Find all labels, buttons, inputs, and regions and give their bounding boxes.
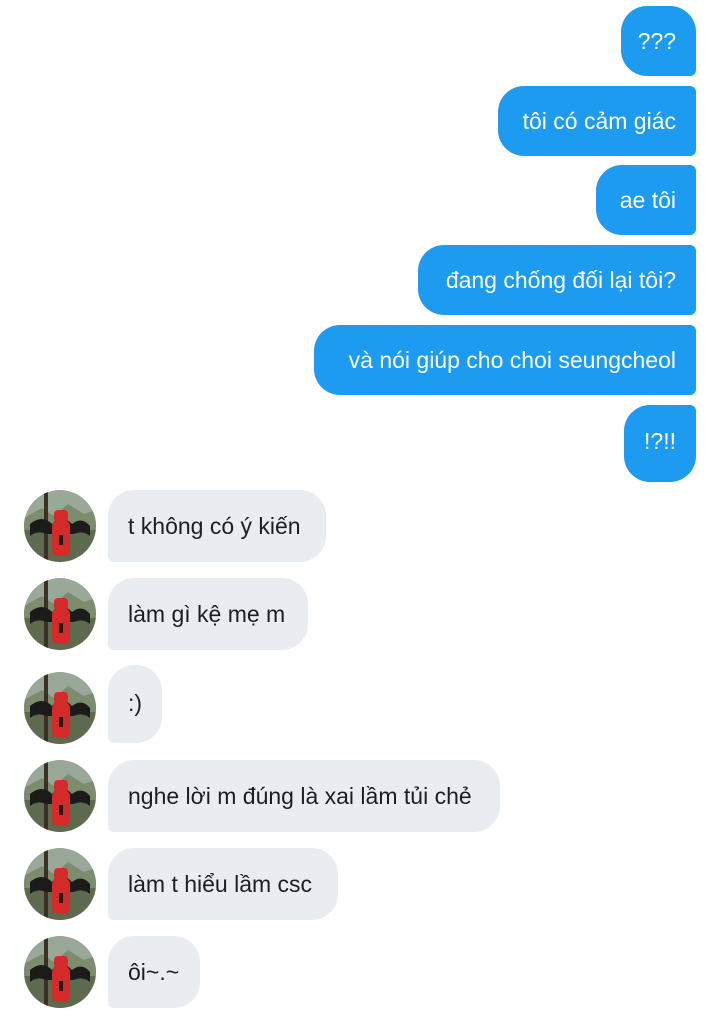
message-text: !?!!	[644, 428, 676, 454]
message-text: tôi có cảm giác	[522, 108, 676, 134]
message-text: làm t hiểu lầm csc	[128, 871, 313, 897]
message-text: nghe lời m đúng là xai lầm tủi chẻ	[128, 783, 472, 809]
sent-message-bubble[interactable]: ???	[621, 6, 696, 76]
sent-message-bubble[interactable]: tôi có cảm giác	[498, 86, 696, 156]
sent-message-bubble[interactable]: !?!!	[624, 405, 696, 482]
sent-message-bubble[interactable]: đang chống đối lại tôi?	[418, 245, 696, 315]
avatar[interactable]	[24, 578, 96, 650]
sent-message-bubble[interactable]: ae tôi	[596, 165, 696, 235]
message-text: ae tôi	[619, 187, 676, 213]
message-text: làm gì kệ mẹ m	[128, 601, 286, 627]
avatar[interactable]	[24, 760, 96, 832]
user-avatar-photo-icon	[24, 578, 96, 650]
received-message-bubble[interactable]: nghe lời m đúng là xai lầm tủi chẻ	[108, 760, 500, 832]
user-avatar-photo-icon	[24, 490, 96, 562]
user-avatar-photo-icon	[24, 936, 96, 1008]
received-message-bubble[interactable]: ôi~.~	[108, 936, 200, 1008]
received-message-bubble[interactable]: :)	[108, 665, 162, 743]
user-avatar-photo-icon	[24, 672, 96, 744]
avatar[interactable]	[24, 672, 96, 744]
received-message-bubble[interactable]: làm t hiểu lầm csc	[108, 848, 338, 920]
message-text: ôi~.~	[128, 959, 180, 985]
message-text: t không có ý kiến	[128, 513, 301, 539]
message-text: ???	[637, 28, 676, 54]
message-thread: ??? tôi có cảm giác ae tôi đang chống đố…	[0, 0, 720, 1024]
received-message-bubble[interactable]: làm gì kệ mẹ m	[108, 578, 308, 650]
user-avatar-photo-icon	[24, 760, 96, 832]
message-text: và nói giúp cho choi seungcheol	[348, 347, 676, 373]
message-text: :)	[128, 690, 143, 716]
user-avatar-photo-icon	[24, 848, 96, 920]
sent-message-bubble[interactable]: và nói giúp cho choi seungcheol	[314, 325, 696, 395]
received-message-bubble[interactable]: t không có ý kiến	[108, 490, 326, 562]
avatar[interactable]	[24, 936, 96, 1008]
avatar[interactable]	[24, 490, 96, 562]
avatar[interactable]	[24, 848, 96, 920]
message-text: đang chống đối lại tôi?	[445, 267, 676, 293]
